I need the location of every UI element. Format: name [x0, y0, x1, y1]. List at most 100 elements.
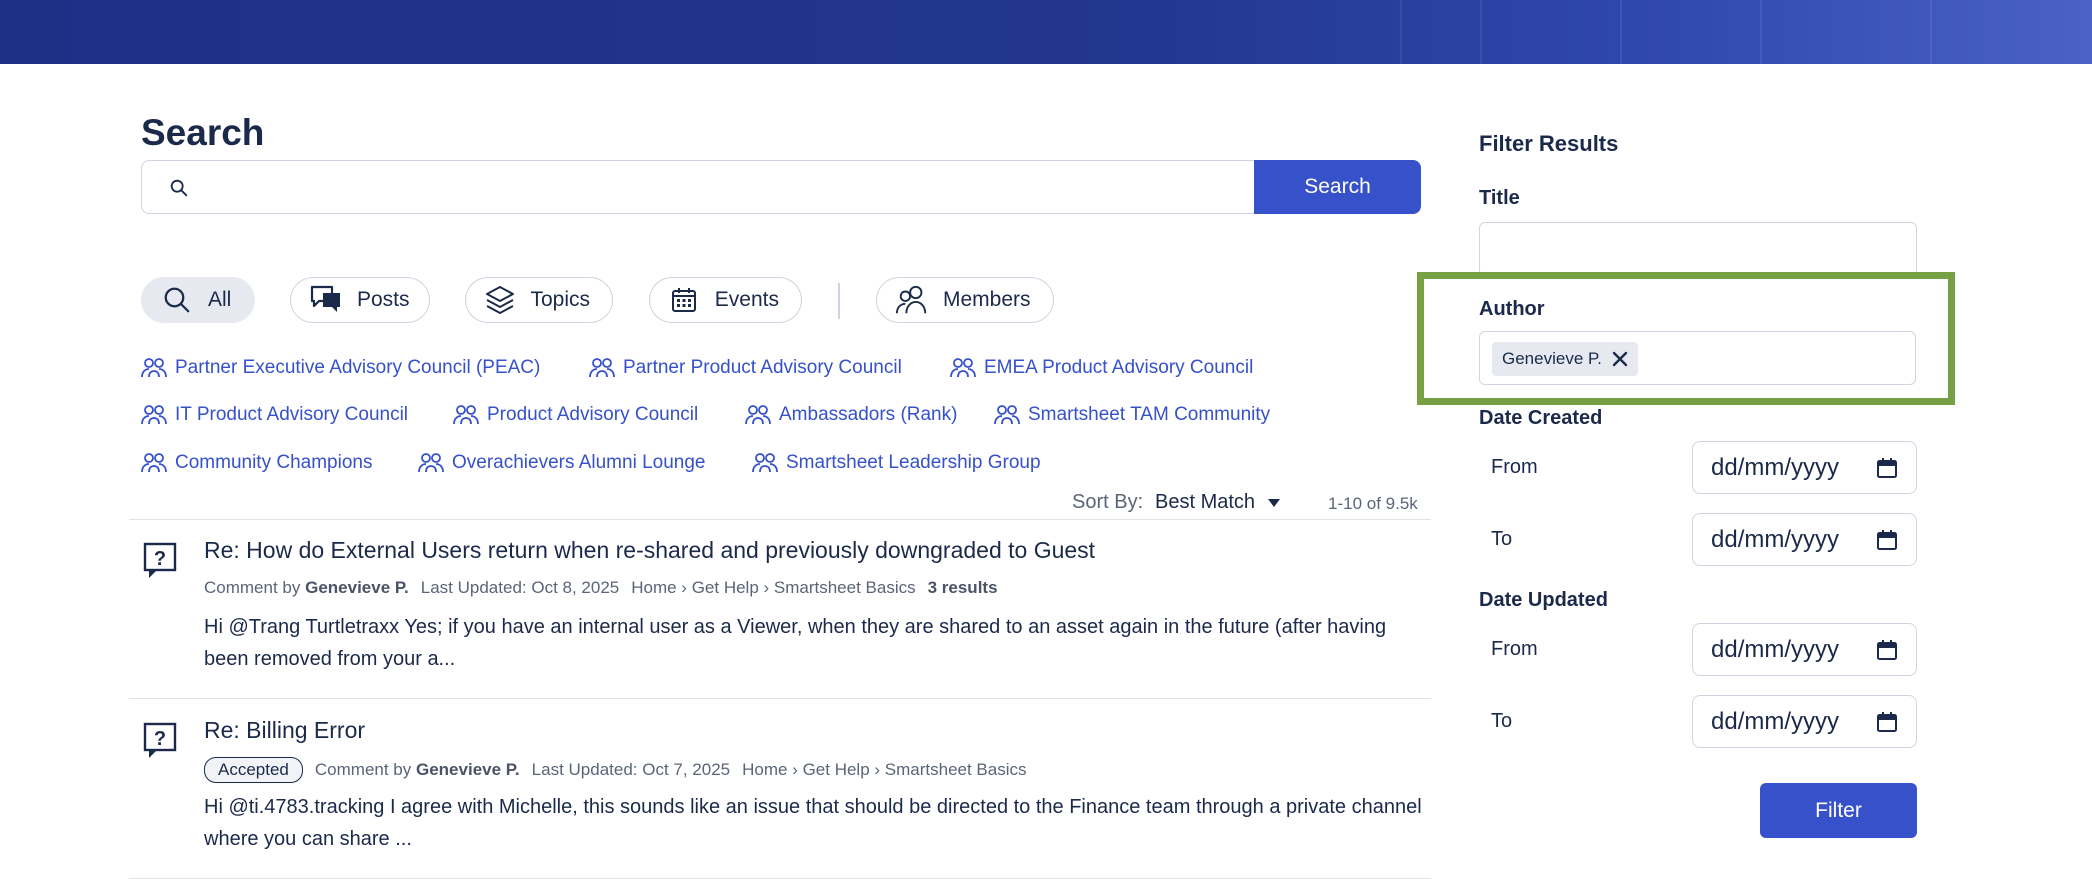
date-created-to-label: To — [1491, 528, 1513, 550]
result-meta: Accepted Comment by Genevieve P. Last Up… — [204, 757, 1027, 783]
group-icon — [950, 358, 976, 378]
banner-decoration — [1620, 0, 1622, 64]
author-filter-label: Author — [1479, 298, 1545, 320]
author-token: Genevieve P. — [1492, 342, 1638, 376]
title-filter-input[interactable] — [1479, 222, 1917, 276]
result-breadcrumb[interactable]: Home › Get Help › Smartsheet Basics — [631, 578, 915, 598]
calendar-icon[interactable] — [1876, 457, 1898, 479]
chip-divider — [838, 283, 840, 319]
group-link-label: Partner Executive Advisory Council (PEAC… — [175, 357, 541, 378]
filter-chip-members[interactable]: Members — [876, 277, 1054, 323]
topics-icon — [484, 283, 516, 317]
search-input[interactable] — [204, 169, 1234, 207]
date-created-from-input[interactable]: dd/mm/yyyy — [1692, 441, 1917, 494]
filter-chip-events[interactable]: Events — [649, 277, 802, 323]
group-icon — [994, 405, 1020, 425]
group-link[interactable]: EMEA Product Advisory Council — [950, 357, 1253, 379]
group-icon — [453, 405, 479, 425]
calendar-icon[interactable] — [1876, 529, 1898, 551]
result-breadcrumb[interactable]: Home › Get Help › Smartsheet Basics — [742, 760, 1026, 780]
group-link-label: IT Product Advisory Council — [175, 404, 409, 425]
date-updated-label: Date Updated — [1479, 589, 1608, 611]
result-type-label: Comment by — [314, 760, 412, 779]
group-link-label: Partner Product Advisory Council — [623, 357, 902, 378]
filter-chip-label: Posts — [357, 288, 410, 311]
group-link-label: Ambassadors (Rank) — [779, 404, 958, 425]
group-link-label: Overachievers Alumni Lounge — [452, 452, 706, 473]
date-placeholder: dd/mm/yyyy — [1711, 707, 1840, 735]
group-link[interactable]: IT Product Advisory Council — [141, 404, 408, 426]
date-created-to-input[interactable]: dd/mm/yyyy — [1692, 513, 1917, 566]
sort-dropdown[interactable]: Best Match — [1155, 491, 1255, 514]
filter-chip-label: Events — [714, 288, 779, 311]
author-filter-input[interactable]: Genevieve P. — [1479, 331, 1916, 385]
group-link-label: Product Advisory Council — [487, 404, 699, 425]
result-extra[interactable]: 3 results — [928, 578, 998, 598]
members-icon — [895, 283, 929, 317]
date-placeholder: dd/mm/yyyy — [1711, 525, 1840, 553]
calendar-icon[interactable] — [1876, 711, 1898, 733]
date-updated-from-input[interactable]: dd/mm/yyyy — [1692, 623, 1917, 676]
filter-chip-topics[interactable]: Topics — [465, 277, 613, 323]
date-updated-to-input[interactable]: dd/mm/yyyy — [1692, 695, 1917, 748]
result-title-link[interactable]: Re: Billing Error — [204, 717, 365, 744]
group-icon — [745, 405, 771, 425]
filter-button[interactable]: Filter — [1760, 783, 1917, 838]
filter-chip-label: Members — [943, 288, 1031, 311]
group-link-label: Smartsheet TAM Community — [1028, 404, 1271, 425]
accepted-badge: Accepted — [204, 757, 303, 783]
author-token-label: Genevieve P. — [1502, 349, 1602, 368]
group-link-label: Smartsheet Leadership Group — [786, 452, 1041, 473]
calendar-icon[interactable] — [1876, 639, 1898, 661]
result-title-link[interactable]: Re: How do External Users return when re… — [204, 537, 1095, 564]
posts-icon — [309, 283, 343, 317]
date-placeholder: dd/mm/yyyy — [1711, 453, 1840, 481]
close-icon[interactable] — [1612, 351, 1628, 367]
group-icon — [141, 405, 167, 425]
group-icon — [752, 453, 778, 473]
group-link[interactable]: Smartsheet TAM Community — [994, 404, 1270, 426]
banner-decoration — [1400, 0, 1402, 64]
group-link[interactable]: Ambassadors (Rank) — [745, 404, 957, 426]
page-title: Search — [141, 112, 265, 153]
svg-text:?: ? — [154, 728, 166, 750]
search-box[interactable] — [141, 160, 1255, 214]
divider — [129, 698, 1431, 699]
group-link-label: Community Champions — [175, 452, 373, 473]
group-link[interactable]: Partner Product Advisory Council — [589, 357, 902, 379]
result-count: 1-10 of 9.5k — [1328, 494, 1418, 513]
header-banner — [0, 0, 2092, 64]
banner-decoration — [1760, 0, 1762, 64]
group-link-label: EMEA Product Advisory Council — [984, 357, 1254, 378]
group-link[interactable]: Smartsheet Leadership Group — [752, 452, 1041, 474]
result-updated: Last Updated: Oct 7, 2025 — [531, 760, 731, 779]
date-created-label: Date Created — [1479, 407, 1603, 429]
svg-text:?: ? — [154, 548, 166, 570]
group-icon — [589, 358, 615, 378]
result-snippet: Hi @Trang Turtletraxx Yes; if you have a… — [204, 616, 1387, 670]
filter-chip-posts[interactable]: Posts — [290, 277, 430, 323]
group-link[interactable]: Overachievers Alumni Lounge — [418, 452, 705, 474]
search-button[interactable]: Search — [1254, 160, 1421, 214]
title-filter-label: Title — [1479, 187, 1520, 209]
group-link[interactable]: Partner Executive Advisory Council (PEAC… — [141, 357, 540, 379]
question-comment-icon: ? — [143, 542, 177, 578]
group-link[interactable]: Community Champions — [141, 452, 372, 474]
group-link[interactable]: Product Advisory Council — [453, 404, 698, 426]
filter-chip-label: All — [208, 288, 232, 311]
filter-chip-all[interactable]: All — [141, 277, 255, 323]
banner-decoration — [1930, 0, 1932, 64]
result-meta: Comment by Genevieve P. Last Updated: Oc… — [204, 578, 998, 598]
search-icon — [170, 179, 188, 197]
caret-down-icon[interactable] — [1268, 499, 1280, 507]
date-updated-from-label: From — [1491, 638, 1538, 660]
group-icon — [418, 453, 444, 473]
banner-decoration — [1480, 0, 1482, 64]
search-icon — [160, 283, 194, 317]
result-author[interactable]: Genevieve P. — [305, 578, 409, 598]
date-placeholder: dd/mm/yyyy — [1711, 635, 1840, 663]
result-author[interactable]: Genevieve P. — [416, 760, 520, 780]
result-type-label: Comment by — [204, 578, 301, 597]
group-icon — [141, 358, 167, 378]
date-updated-to-label: To — [1491, 710, 1513, 732]
